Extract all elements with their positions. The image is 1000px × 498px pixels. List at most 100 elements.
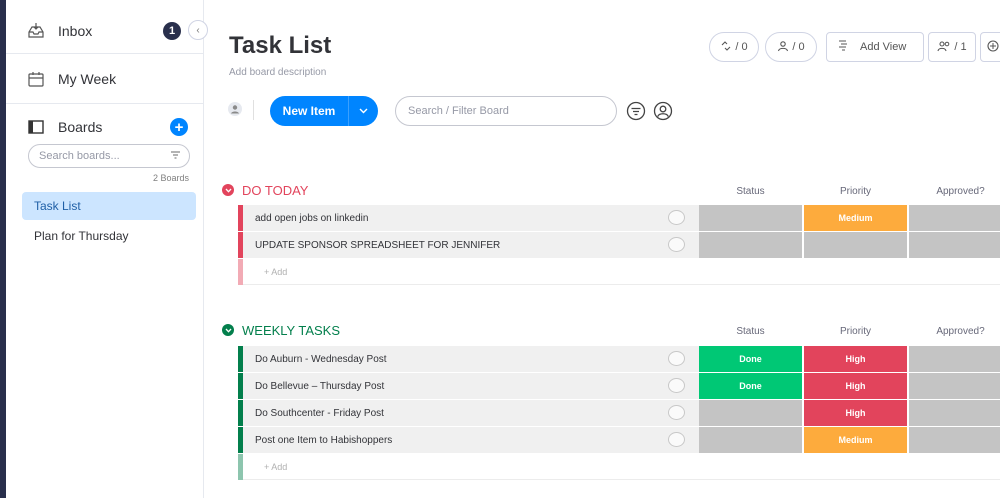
table-row[interactable]: Post one Item to Habishoppers Medium [238, 427, 1000, 453]
activity-button[interactable]: / 0 [709, 32, 759, 62]
board-main: Task List Add board description / 0 / 0 … [205, 0, 1000, 498]
person-icon [777, 40, 789, 55]
my-week-label: My Week [58, 71, 117, 87]
priority-cell[interactable]: High [804, 346, 907, 372]
priority-cell[interactable]: High [804, 400, 907, 426]
sidebar-board-plan-for-thursday[interactable]: Plan for Thursday [22, 222, 196, 250]
integrations-button[interactable] [980, 32, 1000, 62]
updates-button[interactable]: / 0 [765, 32, 817, 62]
person-icon[interactable] [653, 101, 673, 121]
add-board-button[interactable]: + [170, 118, 188, 136]
add-view-label: Add View [860, 41, 907, 53]
filter-icon[interactable] [626, 101, 646, 121]
status-cell[interactable] [699, 232, 802, 258]
members-count: / 1 [954, 41, 967, 53]
column-header-priority[interactable]: Priority [803, 326, 908, 337]
sidebar-divider [6, 53, 204, 54]
sidebar-item-my-week[interactable]: My Week [6, 62, 204, 96]
table-row[interactable]: add open jobs on linkedin Medium [238, 205, 1000, 231]
board-icon [26, 117, 46, 137]
status-cell[interactable] [699, 205, 802, 231]
table-row[interactable]: Do Southcenter - Friday Post High [238, 400, 1000, 426]
approved-cell[interactable] [909, 232, 1000, 258]
board-title[interactable]: Task List [229, 32, 331, 60]
comment-bubble-icon[interactable] [668, 237, 685, 252]
group-name[interactable]: WEEKLY TASKS [242, 323, 340, 338]
priority-cell[interactable]: High [804, 373, 907, 399]
comment-bubble-icon[interactable] [668, 432, 685, 447]
members-icon [937, 40, 951, 55]
sidebar-divider [6, 103, 204, 104]
column-header-status[interactable]: Status [698, 186, 803, 197]
person-filter-icon[interactable] [227, 101, 243, 117]
search-filter-board[interactable] [395, 96, 617, 126]
members-button[interactable]: / 1 [928, 32, 976, 62]
priority-cell[interactable]: Medium [804, 427, 907, 453]
filter-icon[interactable] [170, 150, 181, 164]
row-divider [243, 479, 1000, 480]
add-item-label[interactable]: + Add [264, 462, 287, 472]
column-header-priority[interactable]: Priority [803, 186, 908, 197]
status-cell[interactable]: Done [699, 373, 802, 399]
search-filter-input[interactable] [408, 105, 598, 117]
board-description[interactable]: Add board description [229, 67, 326, 78]
boards-count: 2 Boards [152, 173, 189, 183]
status-cell[interactable]: Done [699, 346, 802, 372]
approved-cell[interactable] [909, 346, 1000, 372]
approved-cell[interactable] [909, 400, 1000, 426]
inbox-icon [26, 21, 46, 41]
item-name[interactable]: add open jobs on linkedin [243, 205, 699, 231]
integrations-icon [987, 39, 999, 55]
group-name[interactable]: DO TODAY [242, 183, 308, 198]
chevron-down-icon[interactable] [222, 184, 234, 196]
group-header-do-today[interactable]: DO TODAY [222, 180, 308, 200]
add-item-row[interactable]: + Add [238, 454, 1000, 480]
approved-cell[interactable] [909, 373, 1000, 399]
status-cell[interactable] [699, 427, 802, 453]
activity-icon [720, 40, 732, 55]
item-name[interactable]: Do Southcenter - Friday Post [243, 400, 699, 426]
item-name[interactable]: Post one Item to Habishoppers [243, 427, 699, 453]
new-item-label: New Item [282, 104, 336, 118]
item-name[interactable]: Do Bellevue – Thursday Post [243, 373, 699, 399]
search-boards-field[interactable] [28, 144, 190, 168]
row-divider [243, 284, 1000, 285]
chevron-down-icon[interactable] [222, 324, 234, 336]
collapse-sidebar-button[interactable]: ‹ [188, 20, 208, 40]
item-name[interactable]: UPDATE SPONSOR SPREADSHEET FOR JENNIFER [243, 232, 699, 258]
column-header-approved[interactable]: Approved? [908, 326, 1000, 337]
activity-count: / 0 [735, 41, 748, 53]
add-item-row[interactable]: + Add [238, 259, 1000, 285]
updates-count: / 0 [792, 41, 805, 53]
toolbar-divider [253, 100, 254, 120]
row-color-marker [238, 454, 243, 480]
status-cell[interactable] [699, 400, 802, 426]
table-row[interactable]: Do Auburn - Wednesday Post Done High [238, 346, 1000, 372]
group-header-weekly-tasks[interactable]: WEEKLY TASKS [222, 320, 340, 340]
row-color-marker [238, 259, 243, 285]
comment-bubble-icon[interactable] [668, 210, 685, 225]
priority-cell[interactable]: Medium [804, 205, 907, 231]
search-boards-input[interactable] [39, 150, 159, 162]
sidebar-item-inbox[interactable]: Inbox 1 [6, 14, 204, 48]
comment-bubble-icon[interactable] [668, 351, 685, 366]
item-name[interactable]: Do Auburn - Wednesday Post [243, 346, 699, 372]
table-row[interactable]: Do Bellevue – Thursday Post Done High [238, 373, 1000, 399]
column-header-approved[interactable]: Approved? [908, 186, 1000, 197]
view-icon [837, 39, 848, 55]
chevron-down-icon[interactable] [348, 96, 378, 126]
add-item-label[interactable]: + Add [264, 267, 287, 277]
inbox-label: Inbox [58, 23, 93, 39]
sidebar: Inbox 1 My Week Boards + 2 Boards Task L… [6, 0, 204, 498]
approved-cell[interactable] [909, 205, 1000, 231]
comment-bubble-icon[interactable] [668, 405, 685, 420]
add-view-button[interactable]: Add View [826, 32, 924, 62]
approved-cell[interactable] [909, 427, 1000, 453]
boards-label: Boards [58, 119, 103, 135]
new-item-button[interactable]: New Item [270, 96, 378, 126]
table-row[interactable]: UPDATE SPONSOR SPREADSHEET FOR JENNIFER [238, 232, 1000, 258]
column-header-status[interactable]: Status [698, 326, 803, 337]
priority-cell[interactable] [804, 232, 907, 258]
sidebar-board-task-list[interactable]: Task List [22, 192, 196, 220]
comment-bubble-icon[interactable] [668, 378, 685, 393]
